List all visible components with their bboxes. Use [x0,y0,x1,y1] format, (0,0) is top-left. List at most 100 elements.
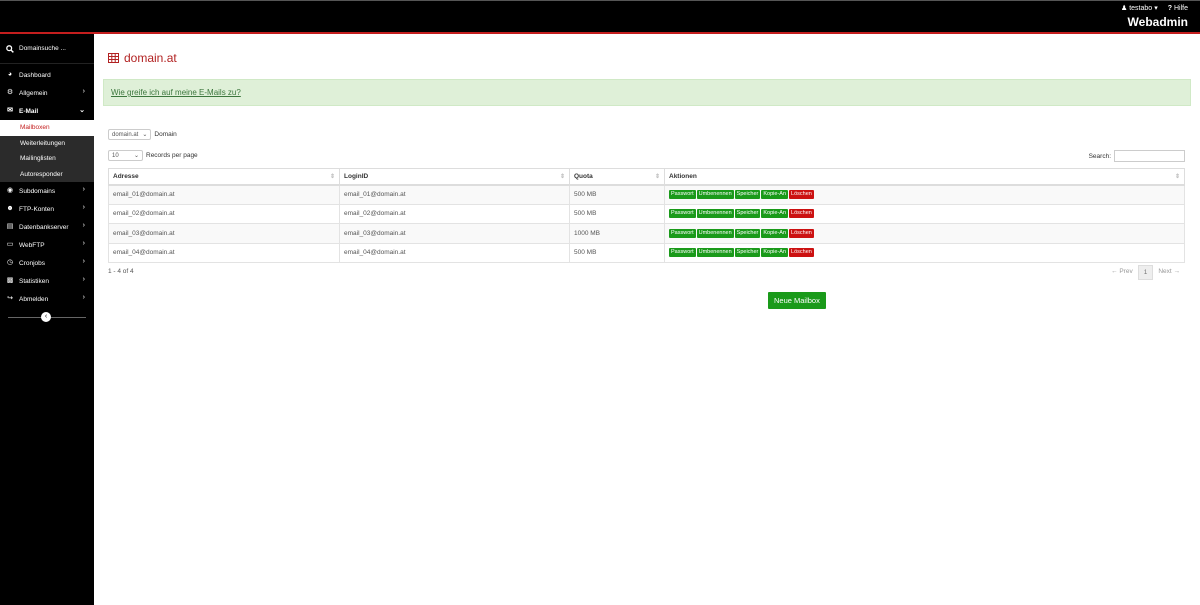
sidebar-item-webftp[interactable]: ▭ WebFTP › [0,236,94,254]
gear-icon: ⚙ [6,89,14,96]
sidebar-item-statistiken[interactable]: ▩ Statistiken › [0,272,94,290]
storage-button[interactable]: Speicher [734,228,761,238]
cell-adresse: email_04@domain.at [108,242,340,263]
storage-button[interactable]: Speicher [734,190,761,199]
sidebar-item-allgemein[interactable]: ⚙ Allgemein › [0,84,94,102]
table-row: email_03@domain.at email_03@domain.at 10… [108,223,1185,244]
sidebar-subitem-mailboxen[interactable]: Mailboxen [0,120,94,136]
rename-button[interactable]: Umbenennen [696,228,734,238]
storage-button[interactable]: Speicher [734,248,761,258]
pagination: ← Prev 1 Next → [1106,265,1185,280]
cell-actions: Passwort Umbenennen Speicher Kopie-An Lösche… [664,184,1185,205]
search-icon [6,44,14,53]
table-row: email_01@domain.at email_01@domain.at 50… [108,184,1185,205]
copy-to-button[interactable]: Kopie-An [761,190,789,199]
cell-actions: Passwort Umbenennen Speicher Kopie-An Lösche… [664,203,1185,224]
column-header-adresse[interactable]: Adresse ⇕ [108,168,340,186]
sidebar-collapse-button[interactable]: ‹ [41,312,51,322]
records-select[interactable]: 10 ⌄ [108,150,143,161]
password-button[interactable]: Passwort [669,190,696,199]
column-header-loginid[interactable]: LoginID ⇕ [339,168,570,186]
chevron-right-icon: › [82,204,85,211]
help-link[interactable]: ? Hilfe [1168,5,1188,12]
copy-to-button[interactable]: Kopie-An [761,248,789,258]
cell-adresse: email_01@domain.at [108,184,340,205]
sign-out-icon: ↪ [7,295,13,302]
sidebar-subitem-weiterleitungen[interactable]: Weiterleitungen [0,136,94,152]
clock-icon: ◷ [6,259,14,266]
delete-button[interactable]: Löschen [789,209,814,219]
storage-button[interactable]: Speicher [734,209,761,219]
rename-button[interactable]: Umbenennen [696,248,734,258]
help-alert: Wie greife ich auf meine E-Mails zu? [103,79,1191,106]
globe-icon: ◉ [6,187,14,194]
pagination-next[interactable]: Next → [1153,265,1185,280]
column-label: LoginID [344,172,369,180]
sidebar-item-dashboard[interactable]: ◕ Dashboard [0,66,94,84]
dashboard-icon: ◕ [7,71,13,78]
email-submenu: Mailboxen Weiterleitungen Mailinglisten … [0,120,94,182]
top-bar: ♟ testabo ▾ ? Hilfe Webadmin [0,0,1200,34]
user-name: testabo [1129,4,1153,12]
password-button[interactable]: Passwort [669,228,696,238]
chevron-right-icon: › [82,222,85,229]
sidebar-item-label: Allgemein [19,89,48,97]
rename-button[interactable]: Umbenennen [696,190,734,199]
sidebar-item-subdomains[interactable]: ◉ Subdomains › [0,182,94,200]
domain-filter: domain.at ⌄ Domain [108,129,177,140]
delete-button[interactable]: Löschen [789,228,814,238]
search-label: Search: [1088,152,1111,160]
table-info: 1 - 4 of 4 [108,268,134,275]
bar-chart-icon: ▩ [6,277,14,284]
user-dropdown[interactable]: ♟ testabo ▾ [1120,4,1158,13]
sidebar-item-email[interactable]: ✉ E-Mail ⌄ [0,102,94,120]
sidebar-item-cronjobs[interactable]: ◷ Cronjobs › [0,254,94,272]
cell-quota: 1000 MB [569,223,665,244]
domain-select[interactable]: domain.at ⌄ [108,129,152,140]
brand-title: Webadmin [1127,15,1188,29]
sidebar-item-abmelden[interactable]: ↪ Abmelden › [0,290,94,308]
pagination-page[interactable]: 1 [1137,265,1154,280]
sidebar-item-label: Statistiken [19,277,49,285]
user-icon: ♟ [1120,5,1128,12]
chevron-right-icon: › [82,276,85,283]
pagination-prev[interactable]: ← Prev [1106,265,1138,280]
folder-icon: ▭ [6,241,14,248]
sidebar-item-label: Dashboard [19,71,51,79]
main-content: domain.at Wie greife ich auf meine E-Mai… [94,34,1200,605]
delete-button[interactable]: Löschen [789,248,814,258]
help-label: Hilfe [1173,4,1188,12]
copy-to-button[interactable]: Kopie-An [761,209,789,219]
sidebar-item-label: FTP-Konten [19,205,55,213]
search-input[interactable] [1114,150,1185,162]
sidebar: Domainsuche ... ◕ Dashboard ⚙ Allgemein … [0,34,94,605]
column-label: Adresse [113,172,139,180]
cell-quota: 500 MB [569,184,665,205]
new-mailbox-button[interactable]: Neue Mailbox [768,292,826,309]
sort-icon: ⇕ [329,174,335,180]
delete-button[interactable]: Löschen [789,190,814,199]
sidebar-item-ftp-konten[interactable]: ☻ FTP-Konten › [0,200,94,218]
records-select-value: 10 [112,152,119,159]
email-help-link[interactable]: Wie greife ich auf meine E-Mails zu? [111,88,241,97]
copy-to-button[interactable]: Kopie-An [761,228,789,238]
chevron-down-icon: ⌄ [142,132,148,138]
question-icon: ? [1167,4,1172,12]
cell-quota: 500 MB [569,203,665,224]
column-header-quota[interactable]: Quota ⇕ [569,168,665,186]
domain-search[interactable]: Domainsuche ... [0,34,94,64]
column-header-aktionen[interactable]: Aktionen ⇕ [664,168,1185,186]
sidebar-item-label: WebFTP [19,241,45,249]
sidebar-subitem-autoresponder[interactable]: Autoresponder [0,167,94,183]
password-button[interactable]: Passwort [669,209,696,219]
sidebar-item-datenbankserver[interactable]: ▤ Datenbankserver › [0,218,94,236]
sidebar-subitem-mailinglisten[interactable]: Mailinglisten [0,151,94,167]
page-title: domain.at [108,51,177,65]
cell-loginid: email_04@domain.at [339,242,570,263]
table-header-row: Adresse ⇕ LoginID ⇕ Quota ⇕ Aktionen ⇕ [108,168,1185,186]
password-button[interactable]: Passwort [669,248,696,258]
rename-button[interactable]: Umbenennen [696,209,734,219]
caret-down-icon: ▾ [1154,5,1158,12]
cell-loginid: email_03@domain.at [339,223,570,244]
cell-loginid: email_02@domain.at [339,203,570,224]
